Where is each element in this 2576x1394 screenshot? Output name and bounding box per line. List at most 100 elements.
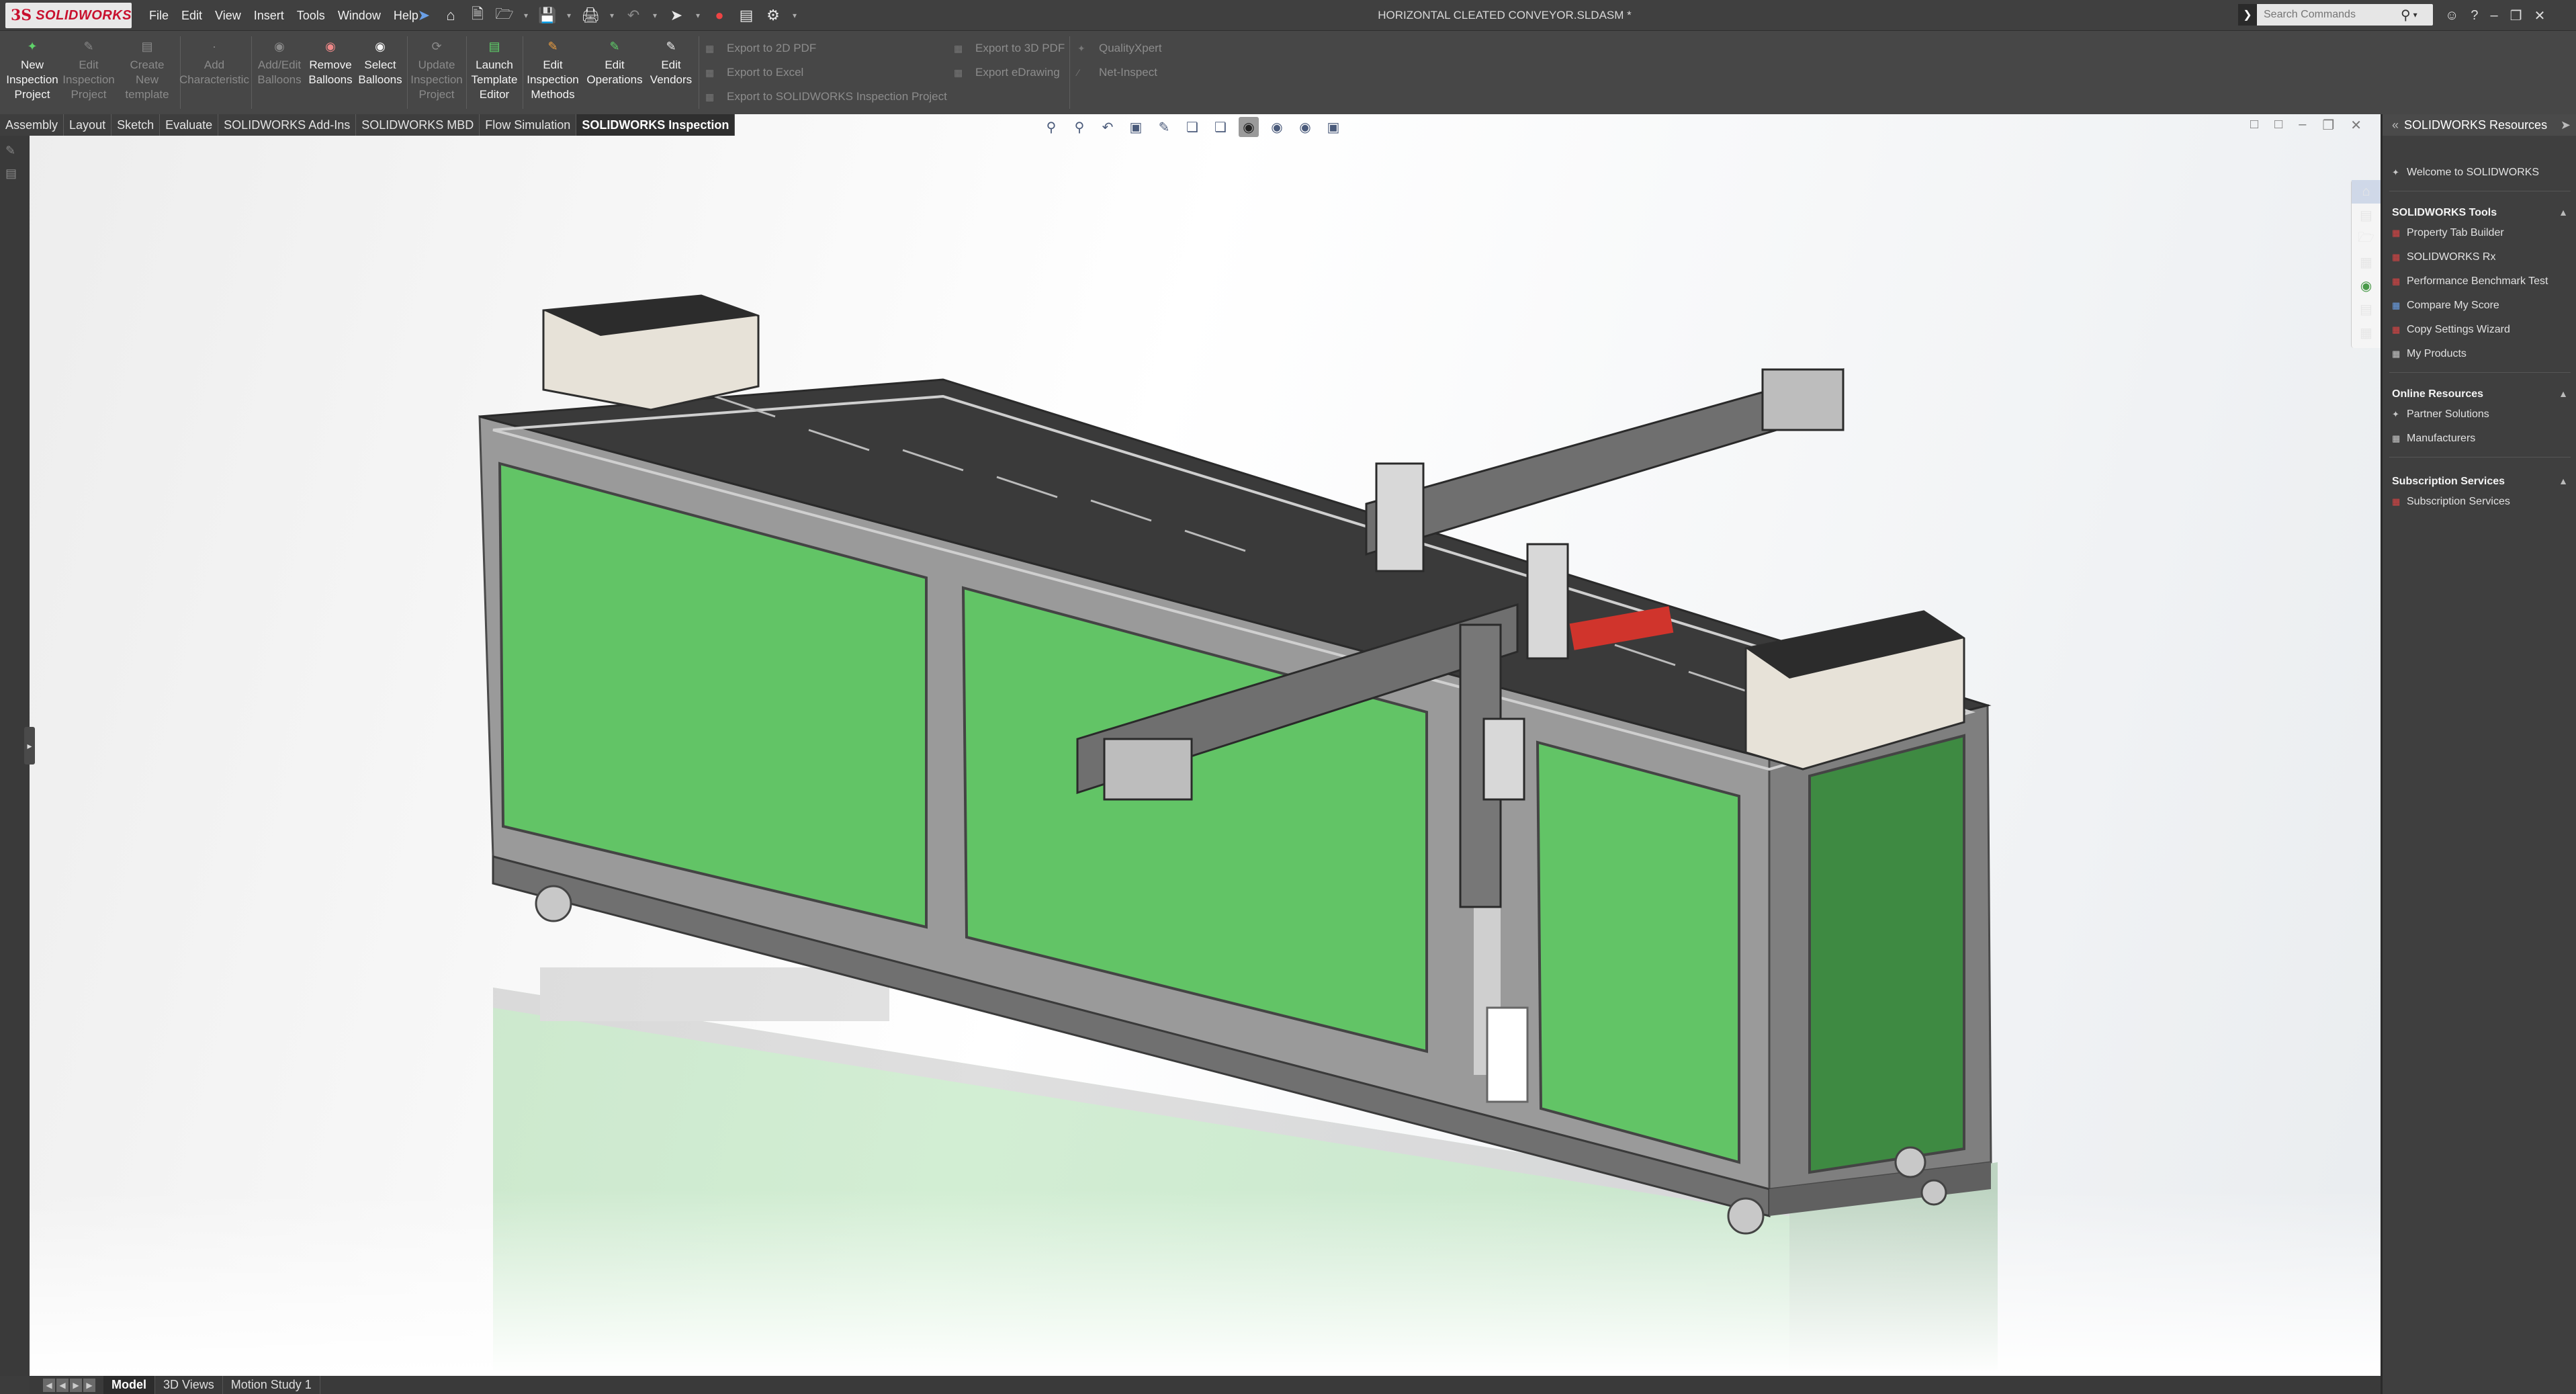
edit-inspection-project-button[interactable]: ✎ Edit Inspection Project	[62, 38, 116, 102]
view-orientation-icon[interactable]: ❏	[1182, 117, 1202, 137]
solidworks-tools-header[interactable]: SOLIDWORKS Tools ▲	[2392, 207, 2568, 219]
expand-icon[interactable]: □	[2274, 117, 2282, 134]
menu-window[interactable]: Window	[338, 9, 381, 23]
solidworks-logo[interactable]: 3S SOLIDWORKS	[5, 3, 132, 28]
tile-icon[interactable]: □	[2250, 117, 2258, 134]
graphics-area[interactable]	[30, 114, 2381, 1376]
new-inspection-project-button[interactable]: ✦ New Inspection Project	[5, 38, 59, 102]
collapse-icon[interactable]: ▲	[2559, 388, 2568, 400]
tab-model[interactable]: Model	[103, 1376, 155, 1394]
select-cursor-icon[interactable]: ➤	[666, 5, 686, 26]
edit-inspection-methods-button[interactable]: ✎ Edit Inspection Methods	[524, 38, 582, 102]
menu-file[interactable]: File	[149, 9, 169, 23]
help-icon[interactable]: ?	[2471, 8, 2478, 24]
welcome-link[interactable]: ✦ Welcome to SOLIDWORKS	[2392, 167, 2539, 179]
edit-appearance-icon[interactable]: ◉	[1267, 117, 1287, 137]
home-icon[interactable]: ⌂	[441, 5, 461, 26]
create-new-template-button[interactable]: ▤ Create New template	[118, 38, 176, 102]
chevron-down-icon[interactable]: ▾	[521, 5, 531, 26]
section-view-icon[interactable]: ▣	[1126, 117, 1146, 137]
rebuild-traffic-light-icon[interactable]: ●	[709, 5, 729, 26]
menu-insert[interactable]: Insert	[254, 9, 284, 23]
collapse-chevron-icon[interactable]: «	[2392, 118, 2399, 132]
partner-solutions-link[interactable]: ✦ Partner Solutions	[2392, 408, 2489, 421]
launch-template-editor-button[interactable]: ▤ Launch Template Editor	[469, 38, 520, 102]
tab-solidworks-inspection[interactable]: SOLIDWORKS Inspection	[576, 114, 736, 136]
performance-benchmark-link[interactable]: ▦ Performance Benchmark Test	[2392, 275, 2548, 288]
first-tab-icon[interactable]: ◀	[43, 1378, 55, 1392]
last-tab-icon[interactable]: ▶	[83, 1378, 95, 1392]
chevron-down-icon[interactable]: ▾	[790, 5, 799, 26]
custom-properties-icon[interactable]: ▤	[2352, 298, 2381, 321]
my-products-link[interactable]: ▦ My Products	[2392, 348, 2467, 360]
previous-view-icon[interactable]: ↶	[1098, 117, 1118, 137]
conveyor-assembly-model[interactable]	[30, 114, 2381, 1376]
restore-icon[interactable]: ❐	[2322, 117, 2334, 134]
tab-sketch[interactable]: Sketch	[112, 114, 161, 136]
edit-vendors-button[interactable]: ✎ Edit Vendors	[646, 38, 696, 87]
restore-icon[interactable]: ❐	[2510, 7, 2522, 24]
tab-evaluate[interactable]: Evaluate	[160, 114, 219, 136]
next-tab-icon[interactable]: ▶	[70, 1378, 82, 1392]
solidworks-resources-icon[interactable]: ⌂	[2352, 180, 2381, 204]
dynamic-annotation-icon[interactable]: ✎	[1154, 117, 1174, 137]
add-characteristic-button[interactable]: · Add Characteristic	[177, 38, 251, 87]
undo-icon[interactable]: ↶	[623, 5, 643, 26]
hide-show-items-icon[interactable]: ◉	[1239, 117, 1259, 137]
display-style-icon[interactable]: ❏	[1210, 117, 1231, 137]
tab-flow-simulation[interactable]: Flow Simulation	[480, 114, 577, 136]
search-scope-icon[interactable]: ❯	[2238, 4, 2257, 26]
manufacturers-link[interactable]: ▦ Manufacturers	[2392, 433, 2475, 445]
select-balloons-button[interactable]: ◉ Select Balloons	[356, 38, 404, 87]
compare-my-score-link[interactable]: ▦ Compare My Score	[2392, 300, 2499, 312]
expand-left-panel-handle[interactable]: ▸	[24, 727, 35, 765]
menu-view[interactable]: View	[215, 9, 241, 23]
copy-settings-wizard-link[interactable]: ▦ Copy Settings Wizard	[2392, 324, 2510, 336]
property-tab-builder-link[interactable]: ▦ Property Tab Builder	[2392, 227, 2504, 239]
collapse-icon[interactable]: ▲	[2559, 207, 2568, 219]
collapse-icon[interactable]: ▲	[2559, 476, 2568, 488]
remove-balloons-button[interactable]: ◉ Remove Balloons	[305, 38, 356, 87]
minimize-icon[interactable]: –	[2299, 117, 2306, 134]
property-manager-icon[interactable]: ▤	[5, 167, 23, 181]
tab-layout[interactable]: Layout	[64, 114, 112, 136]
search-input[interactable]	[2257, 9, 2398, 21]
zoom-to-fit-icon[interactable]: ⚲	[1041, 117, 1061, 137]
apply-scene-icon[interactable]: ◉	[1295, 117, 1315, 137]
chevron-down-icon[interactable]: ▾	[693, 5, 703, 26]
new-document-icon[interactable]: 🗎	[468, 5, 488, 26]
menu-tools[interactable]: Tools	[297, 9, 325, 23]
chevron-down-icon[interactable]: ▾	[564, 5, 574, 26]
chevron-down-icon[interactable]: ▾	[650, 5, 660, 26]
feature-tree-icon[interactable]: ✎	[5, 144, 23, 159]
appearances-icon[interactable]: ◉	[2352, 274, 2381, 298]
qualityxpert-button[interactable]: ✦ QualityXpert	[1077, 42, 1162, 55]
view-palette-icon[interactable]: ▦	[2352, 251, 2381, 274]
export-edrawing-button[interactable]: ▦ Export eDrawing	[954, 66, 1060, 79]
tab-assembly[interactable]: Assembly	[0, 114, 64, 136]
prev-tab-icon[interactable]: ◀	[56, 1378, 69, 1392]
solidworks-forum-icon[interactable]: ▦	[2352, 321, 2381, 345]
update-inspection-project-button[interactable]: ⟳ Update Inspection Project	[410, 38, 463, 102]
view-settings-icon[interactable]: ▣	[1323, 117, 1343, 137]
online-resources-header[interactable]: Online Resources ▲	[2392, 388, 2568, 400]
chevron-down-icon[interactable]: ▾	[607, 5, 617, 26]
open-folder-icon[interactable]: 🗁	[494, 5, 515, 26]
close-icon[interactable]: ✕	[2350, 117, 2362, 134]
edit-operations-button[interactable]: ✎ Edit Operations	[583, 38, 646, 87]
pin-icon[interactable]: ➤	[2561, 118, 2571, 132]
file-properties-icon[interactable]: ▤	[736, 5, 756, 26]
export-sw-inspection-button[interactable]: ▦ Export to SOLIDWORKS Inspection Project	[705, 90, 947, 103]
net-inspect-button[interactable]: ∕ Net-Inspect	[1077, 66, 1157, 79]
tab-motion-study-1[interactable]: Motion Study 1	[223, 1376, 320, 1394]
minimize-icon[interactable]: –	[2491, 8, 2498, 24]
search-icon[interactable]: ⚲	[2401, 7, 2411, 24]
print-icon[interactable]: 🖨	[580, 5, 601, 26]
tab-solidworks-mbd[interactable]: SOLIDWORKS MBD	[356, 114, 480, 136]
tab-3d-views[interactable]: 3D Views	[155, 1376, 223, 1394]
close-icon[interactable]: ✕	[2534, 7, 2546, 24]
export-excel-button[interactable]: ▦ Export to Excel	[705, 66, 803, 79]
export-3d-pdf-button[interactable]: ▦ Export to 3D PDF	[954, 42, 1065, 55]
design-library-icon[interactable]: ▤	[2352, 204, 2381, 227]
subscription-services-link[interactable]: ▦ Subscription Services	[2392, 496, 2510, 508]
